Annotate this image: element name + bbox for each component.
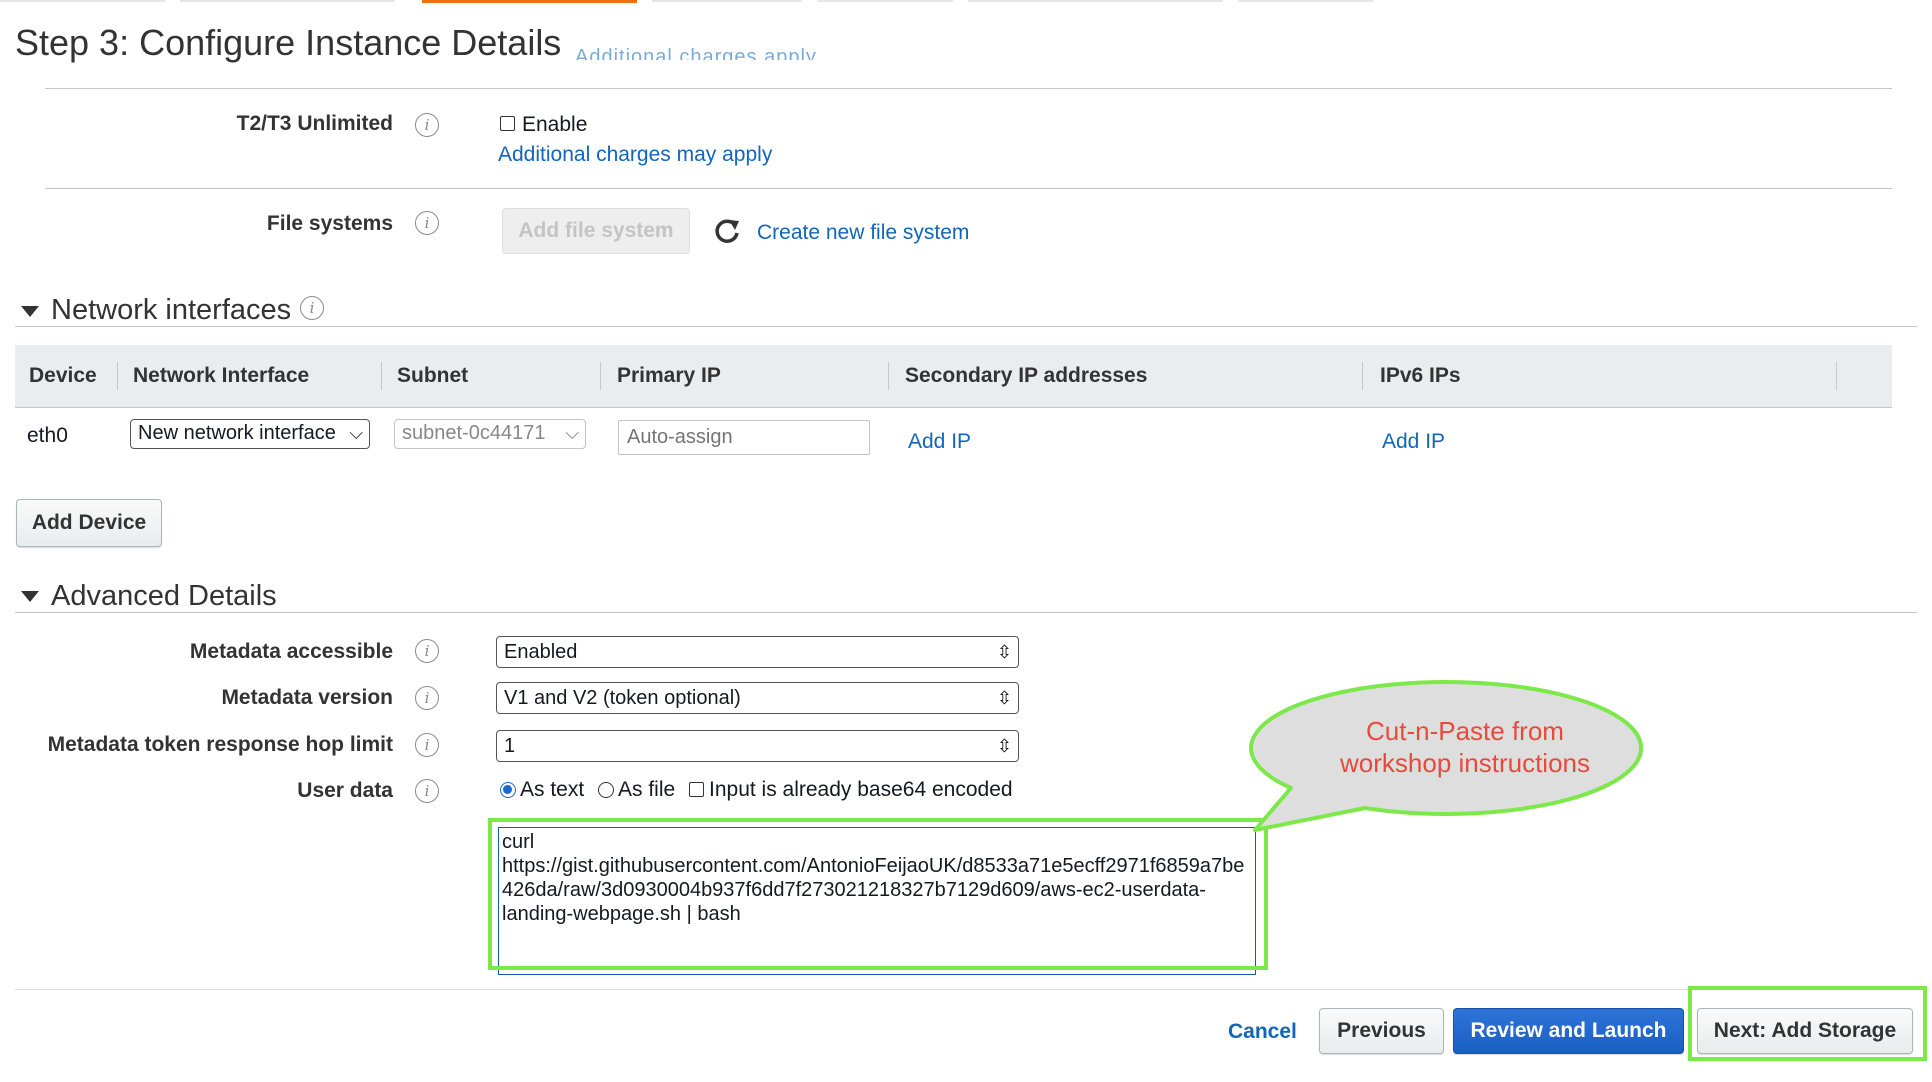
add-device-button[interactable]: Add Device	[16, 499, 162, 547]
add-ipv6-link[interactable]: Add IP	[1382, 430, 1445, 454]
footer-divider	[15, 989, 1917, 990]
charges-apply-fragment: Additional charges apply	[575, 46, 817, 60]
column-header-subnet: Subnet	[397, 364, 469, 387]
divider	[45, 88, 1892, 89]
wizard-tab[interactable]	[968, 0, 1223, 2]
wizard-tab[interactable]	[180, 0, 395, 2]
enable-checkbox-label: Enable	[522, 113, 588, 136]
wizard-tab[interactable]	[1238, 0, 1373, 2]
info-icon[interactable]: i	[415, 779, 439, 803]
updown-arrows-icon: ⇳	[996, 688, 1012, 708]
column-header-network-interface: Network Interface	[133, 364, 310, 387]
metadata-version-select[interactable]: V1 and V2 (token optional) ⇳	[496, 682, 1019, 714]
column-separator	[117, 362, 118, 390]
column-header-ipv6: IPv6 IPs	[1380, 364, 1461, 387]
metadata-accessible-label: Metadata accessible	[189, 640, 393, 663]
chevron-down-icon: ⌵	[562, 420, 579, 447]
divider	[15, 326, 1917, 327]
previous-button[interactable]: Previous	[1319, 1008, 1444, 1054]
divider	[45, 188, 1892, 189]
add-secondary-ip-link[interactable]: Add IP	[908, 430, 971, 454]
as-file-radio[interactable]	[598, 782, 614, 798]
page-title: Step 3: Configure Instance Details	[15, 22, 562, 63]
updown-arrows-icon: ⇳	[996, 642, 1012, 662]
subnet-select-value: subnet-0c44171	[402, 422, 546, 444]
next-button-highlight-box	[1688, 986, 1927, 1061]
as-text-radio[interactable]	[500, 782, 516, 798]
primary-ip-input[interactable]	[618, 420, 870, 455]
column-header-secondary-ip: Secondary IP addresses	[905, 364, 1148, 387]
callout-text-line-2: workshop instructions	[1340, 748, 1590, 778]
wizard-tab-active[interactable]	[422, 0, 637, 3]
column-separator	[600, 362, 601, 390]
info-icon[interactable]: i	[415, 733, 439, 757]
metadata-version-value: V1 and V2 (token optional)	[504, 687, 741, 709]
chevron-down-icon: ⌵	[346, 420, 363, 447]
column-separator	[381, 362, 382, 390]
info-icon[interactable]: i	[415, 686, 439, 710]
review-and-launch-button[interactable]: Review and Launch	[1453, 1008, 1684, 1054]
wizard-tab[interactable]	[652, 0, 802, 2]
info-icon[interactable]: i	[300, 296, 324, 320]
enable-checkbox[interactable]	[500, 116, 515, 131]
wizard-tab[interactable]	[818, 0, 953, 2]
t2t3-label: T2/T3 Unlimited	[236, 112, 393, 135]
refresh-icon[interactable]	[713, 217, 741, 245]
base64-label: Input is already base64 encoded	[709, 778, 1013, 801]
column-separator	[1836, 362, 1837, 390]
base64-checkbox[interactable]	[689, 782, 704, 797]
column-separator	[1362, 362, 1363, 390]
as-file-label: As file	[618, 778, 676, 801]
collapse-triangle-icon[interactable]	[21, 306, 39, 317]
subnet-select[interactable]: subnet-0c44171 ⌵	[394, 419, 586, 449]
collapse-triangle-icon[interactable]	[21, 591, 39, 602]
network-interface-select[interactable]: New network interface ⌵	[130, 419, 370, 449]
hop-limit-label: Metadata token response hop limit	[47, 733, 393, 756]
info-icon[interactable]: i	[415, 639, 439, 663]
column-header-device: Device	[29, 364, 97, 387]
metadata-accessible-select[interactable]: Enabled ⇳	[496, 636, 1019, 668]
user-data-label: User data	[297, 779, 393, 802]
network-interfaces-title[interactable]: Network interfaces	[51, 294, 291, 327]
add-file-system-button[interactable]: Add file system	[502, 208, 690, 254]
updown-arrows-icon: ⇳	[996, 736, 1012, 756]
cancel-link[interactable]: Cancel	[1228, 1020, 1297, 1044]
column-header-primary-ip: Primary IP	[617, 364, 721, 387]
as-text-label: As text	[520, 778, 585, 801]
info-icon[interactable]: i	[415, 113, 439, 137]
wizard-tab[interactable]	[0, 0, 165, 2]
additional-charges-link[interactable]: Additional charges may apply	[498, 143, 772, 167]
advanced-details-title[interactable]: Advanced Details	[51, 580, 277, 613]
create-file-system-link[interactable]: Create new file system	[757, 221, 969, 245]
callout-text-line-1: Cut-n-Paste from	[1366, 716, 1564, 746]
hop-limit-select[interactable]: 1 ⇳	[496, 730, 1019, 762]
metadata-version-label: Metadata version	[221, 686, 393, 709]
info-icon[interactable]: i	[415, 211, 439, 235]
userdata-highlight-box	[488, 818, 1268, 970]
device-cell: eth0	[27, 424, 68, 447]
file-systems-label: File systems	[266, 212, 393, 235]
column-separator	[888, 362, 889, 390]
hop-limit-value: 1	[504, 735, 516, 757]
network-interface-select-value: New network interface	[138, 422, 336, 444]
metadata-accessible-value: Enabled	[504, 641, 578, 663]
divider	[15, 612, 1917, 613]
